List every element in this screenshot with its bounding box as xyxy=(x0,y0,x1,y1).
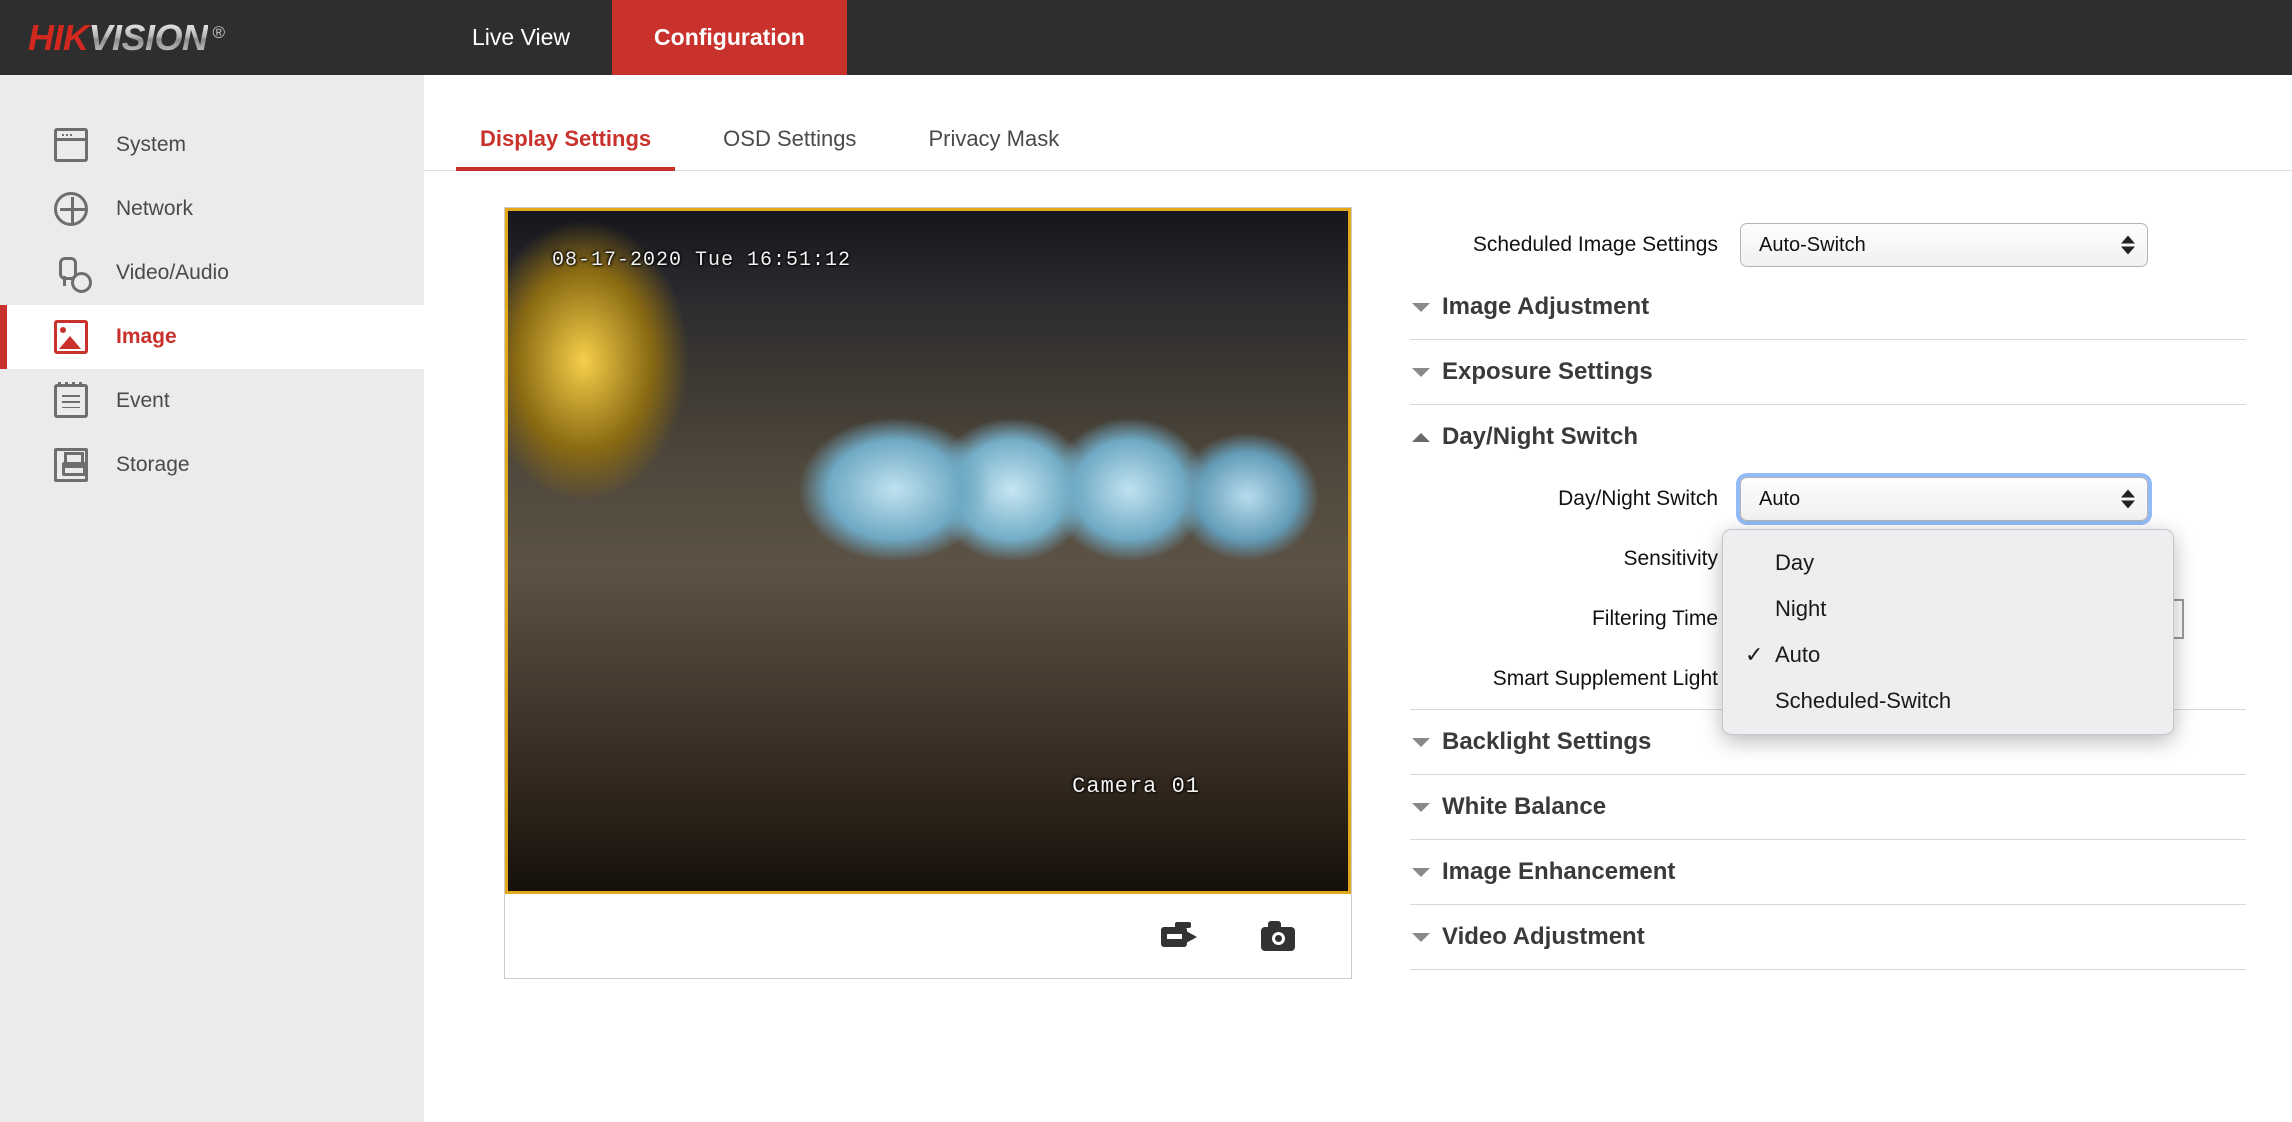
nav-tab-live-view[interactable]: Live View xyxy=(430,0,612,75)
section-day-night-switch[interactable]: Day/Night Switch xyxy=(1410,405,2250,469)
section-title: Backlight Settings xyxy=(1442,728,1652,755)
stepper-arrows-icon xyxy=(2121,489,2135,509)
sidebar-item-video-audio[interactable]: Video/Audio xyxy=(0,241,424,305)
sidebar-item-label: Storage xyxy=(116,453,190,476)
section-title: Exposure Settings xyxy=(1442,358,1653,385)
filtering-time-label: Filtering Time xyxy=(1591,607,1718,630)
scheduled-image-settings-select[interactable]: Auto-Switch xyxy=(1740,223,2148,267)
stepper-arrows-icon xyxy=(2121,235,2135,255)
sidebar-item-label: Event xyxy=(116,389,170,412)
section-video-adjustment[interactable]: Video Adjustment xyxy=(1410,905,2250,969)
chevron-down-icon xyxy=(1412,932,1430,942)
chevron-down-icon xyxy=(1412,302,1430,312)
dropdown-option-label: Night xyxy=(1775,596,1827,621)
scheduled-image-settings-value: Auto-Switch xyxy=(1759,233,1866,256)
day-night-switch-dropdown-menu[interactable]: Day Night ✓ Auto Scheduled-Switch xyxy=(1722,529,2174,735)
sensitivity-label: Sensitivity xyxy=(1623,547,1718,570)
chevron-down-icon xyxy=(1412,367,1430,377)
microphone-icon xyxy=(54,256,92,293)
section-title: Video Adjustment xyxy=(1442,923,1645,950)
osd-camera-name: Camera 01 xyxy=(1072,774,1200,799)
dropdown-option-night[interactable]: Night xyxy=(1723,586,2173,632)
smart-supplement-light-label: Smart Supplement Light xyxy=(1492,667,1718,690)
osd-timestamp: 08-17-2020 Tue 16:51:12 xyxy=(552,249,852,272)
nav-tab-configuration[interactable]: Configuration xyxy=(612,0,847,75)
video-camera-icon[interactable] xyxy=(1159,919,1199,953)
scheduled-image-settings-label: Scheduled Image Settings xyxy=(1472,233,1718,256)
checkmark-icon: ✓ xyxy=(1745,642,1764,667)
video-toolbar xyxy=(505,894,1351,978)
sidebar-item-event[interactable]: Event xyxy=(0,369,424,433)
tab-osd-settings[interactable]: OSD Settings xyxy=(699,126,880,170)
section-exposure-settings[interactable]: Exposure Settings xyxy=(1410,340,2250,404)
section-white-balance[interactable]: White Balance xyxy=(1410,775,2250,839)
logo-vision-text: VISION xyxy=(88,16,209,58)
day-night-switch-value: Auto xyxy=(1759,487,1801,510)
section-title: Image Enhancement xyxy=(1442,858,1676,885)
dropdown-option-scheduled-switch[interactable]: Scheduled-Switch xyxy=(1723,678,2173,724)
top-bar: HIK VISION ® Live View Configuration xyxy=(0,0,2292,75)
section-title: White Balance xyxy=(1442,793,1607,820)
section-image-enhancement[interactable]: Image Enhancement xyxy=(1410,840,2250,904)
dropdown-option-label: Auto xyxy=(1775,642,1821,667)
sidebar-item-label: System xyxy=(116,133,187,156)
tab-display-settings[interactable]: Display Settings xyxy=(456,126,676,171)
dropdown-option-day[interactable]: Day xyxy=(1723,540,2173,586)
sidebar-item-label: Image xyxy=(116,325,177,348)
video-preview-panel: 08-17-2020 Tue 16:51:12 Camera 01 xyxy=(504,207,1352,979)
dropdown-option-label: Scheduled-Switch xyxy=(1775,688,1952,713)
section-divider xyxy=(1410,969,2246,970)
chevron-down-icon xyxy=(1412,802,1430,812)
day-night-switch-label: Day/Night Switch xyxy=(1558,487,1718,510)
window-icon xyxy=(54,128,88,162)
section-title: Image Adjustment xyxy=(1442,293,1650,320)
photo-camera-icon[interactable] xyxy=(1259,919,1299,953)
notepad-icon xyxy=(54,382,88,418)
sidebar-item-image[interactable]: Image xyxy=(0,305,424,369)
tab-privacy-mask[interactable]: Privacy Mask xyxy=(904,126,1083,170)
section-image-adjustment[interactable]: Image Adjustment xyxy=(1410,275,2250,339)
live-video-feed[interactable]: 08-17-2020 Tue 16:51:12 Camera 01 xyxy=(505,208,1351,894)
image-settings-panel: Scheduled Image Settings Auto-Switch Ima… xyxy=(1410,207,2250,979)
brand-logo: HIK VISION ® xyxy=(0,0,430,75)
day-night-switch-select[interactable]: Auto xyxy=(1740,477,2148,521)
settings-tabs: Display Settings OSD Settings Privacy Ma… xyxy=(424,75,2292,171)
picture-icon xyxy=(54,320,88,354)
sidebar-item-storage[interactable]: Storage xyxy=(0,433,424,497)
sidebar-item-system[interactable]: System xyxy=(0,113,424,177)
dropdown-option-auto[interactable]: ✓ Auto xyxy=(1723,632,2173,678)
logo-hik-text: HIK xyxy=(28,16,89,58)
sidebar: System Network Video/Audio Image Event S… xyxy=(0,75,424,1122)
sidebar-item-network[interactable]: Network xyxy=(0,177,424,241)
sidebar-item-label: Video/Audio xyxy=(116,261,229,284)
main-content: Display Settings OSD Settings Privacy Ma… xyxy=(424,75,2292,1122)
floppy-disk-icon xyxy=(54,448,88,482)
dropdown-option-label: Day xyxy=(1775,550,1815,575)
globe-icon xyxy=(54,192,88,226)
registered-trademark-icon: ® xyxy=(212,22,226,42)
scheduled-image-settings-row: Scheduled Image Settings Auto-Switch xyxy=(1410,215,2250,275)
chevron-up-icon xyxy=(1412,432,1430,442)
chevron-down-icon xyxy=(1412,737,1430,747)
section-title: Day/Night Switch xyxy=(1442,423,1639,450)
day-night-switch-row: Day/Night Switch Auto xyxy=(1410,469,2250,529)
sidebar-item-label: Network xyxy=(116,197,194,220)
main-navigation: Live View Configuration xyxy=(430,0,847,75)
chevron-down-icon xyxy=(1412,867,1430,877)
